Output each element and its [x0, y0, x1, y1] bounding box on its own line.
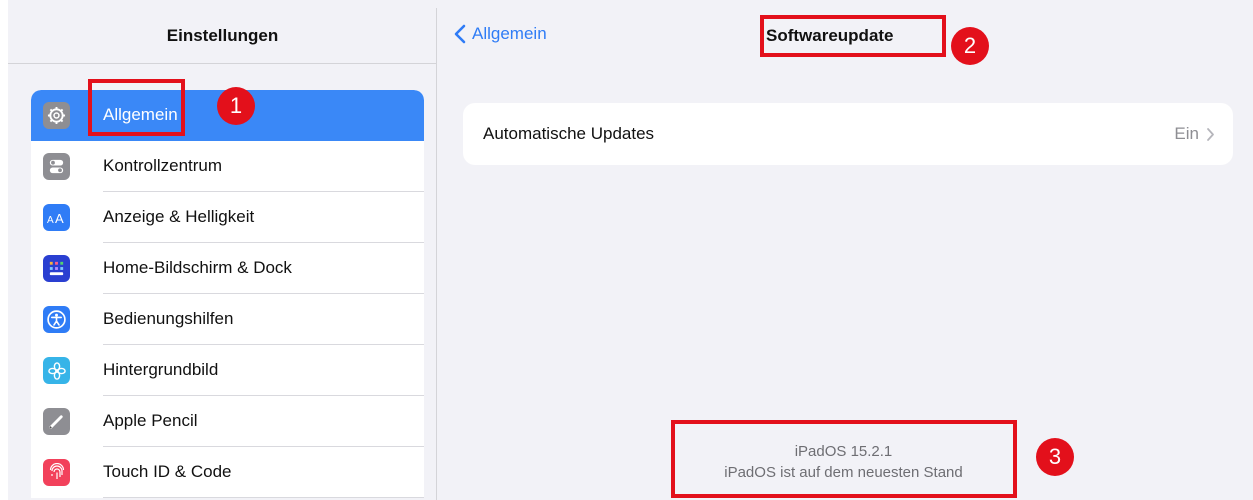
fingerprint-icon [43, 459, 70, 486]
highlight-version-info [671, 420, 1017, 498]
settings-list: Allgemein Kontrollzentrum AA Anzeige & H… [31, 90, 424, 498]
back-button[interactable]: Allgemein [454, 24, 547, 44]
switches-icon [43, 153, 70, 180]
svg-text:A: A [55, 211, 64, 226]
back-button-label: Allgemein [472, 24, 547, 43]
sidebar-item-label: Hintergrundbild [103, 360, 219, 379]
sidebar-item-bedienungshilfen[interactable]: Bedienungshilfen [31, 294, 424, 345]
step-badge-1: 1 [217, 87, 255, 125]
sidebar-item-touch-id-code[interactable]: Touch ID & Code [31, 447, 424, 498]
step-badge-3: 3 [1036, 438, 1074, 476]
chevron-left-icon [454, 24, 466, 44]
app-grid-icon [43, 255, 70, 282]
pencil-icon [43, 408, 70, 435]
sidebar-item-hintergrundbild[interactable]: Hintergrundbild [31, 345, 424, 396]
sidebar-header: Einstellungen [8, 8, 436, 64]
step-badge-2: 2 [951, 27, 989, 65]
row-divider [103, 497, 424, 498]
highlight-allgemein [88, 79, 185, 136]
settings-sidebar: Einstellungen Allgemein Kontrollzentrum … [8, 8, 437, 500]
automatic-updates-row[interactable]: Automatische Updates Ein [463, 103, 1233, 165]
sidebar-item-apple-pencil[interactable]: Apple Pencil [31, 396, 424, 447]
automatic-updates-value: Ein [1174, 124, 1199, 143]
sidebar-item-home-bildschirm[interactable]: Home-Bildschirm & Dock [31, 243, 424, 294]
flower-icon [43, 357, 70, 384]
highlight-softwareupdate [760, 15, 946, 57]
sidebar-title: Einstellungen [166, 26, 279, 45]
chevron-right-icon [1207, 128, 1214, 141]
sidebar-item-label: Touch ID & Code [103, 462, 232, 481]
sidebar-item-anzeige-helligkeit[interactable]: AA Anzeige & Helligkeit [31, 192, 424, 243]
sidebar-item-kontrollzentrum[interactable]: Kontrollzentrum [31, 141, 424, 192]
svg-text:A: A [47, 215, 54, 226]
gear-icon [43, 102, 70, 129]
sidebar-item-label: Kontrollzentrum [103, 156, 223, 175]
text-size-icon: AA [43, 204, 70, 231]
sidebar-item-label: Bedienungshilfen [103, 309, 234, 328]
sidebar-item-label: Home-Bildschirm & Dock [103, 258, 292, 277]
automatic-updates-label: Automatische Updates [483, 124, 655, 143]
accessibility-icon [43, 306, 70, 333]
sidebar-item-label: Anzeige & Helligkeit [103, 207, 255, 226]
sidebar-item-label: Apple Pencil [103, 411, 198, 430]
